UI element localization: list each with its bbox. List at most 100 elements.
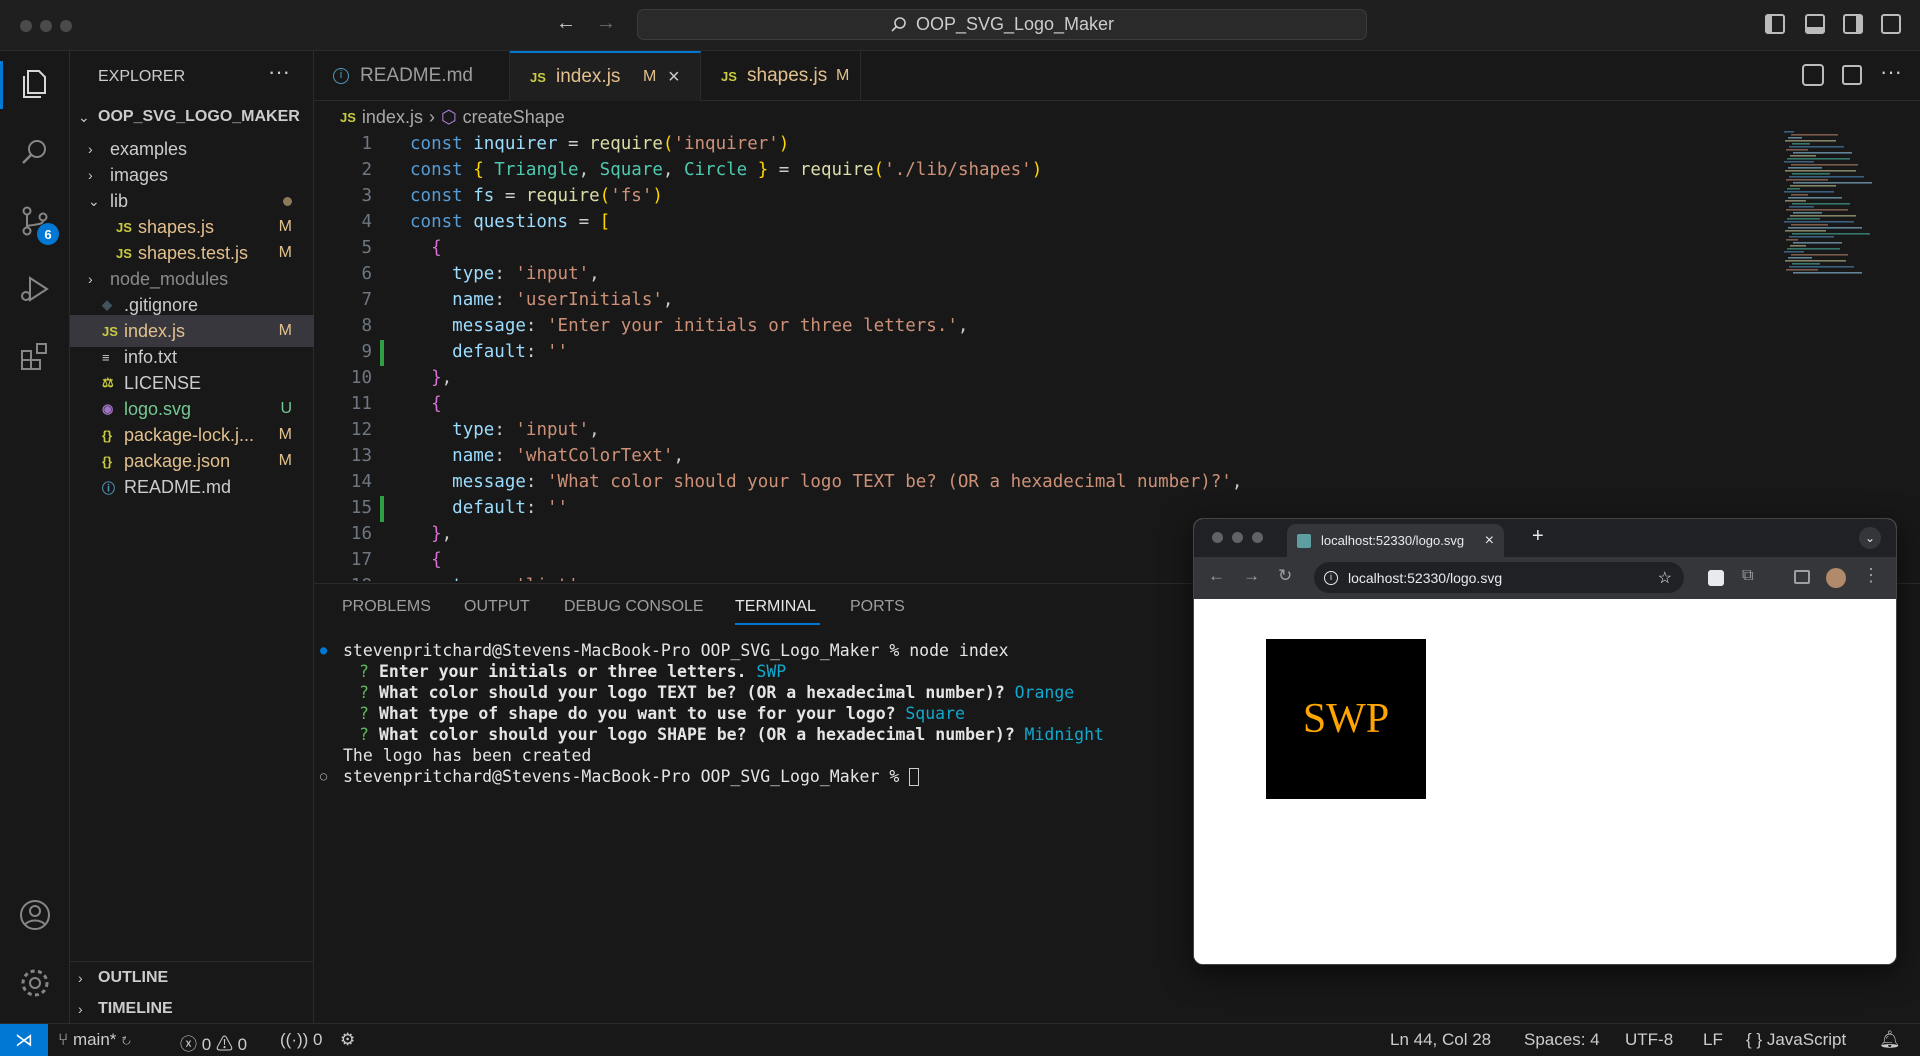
code-token: const [410,160,474,180]
browser-menu-icon[interactable]: ⋮ [1862,565,1880,586]
toggle-secondary-sidebar-icon[interactable] [1843,14,1863,34]
breadcrumb-symbol[interactable]: createShape [463,107,565,128]
end-of-line[interactable]: LF [1703,1030,1723,1050]
minimap-line [1791,194,1808,196]
favicon-icon [1297,533,1311,548]
split-editor-icon[interactable] [1842,65,1862,85]
side-panel-icon[interactable] [1794,570,1810,584]
extensions-icon[interactable] [17,339,53,375]
manage-gear-icon[interactable] [17,965,53,1001]
browser-tab[interactable]: localhost:52330/logo.svg × [1287,524,1504,557]
problems-indicator[interactable]: ⓧ 0 ⚠ 0 [180,1030,247,1055]
minimap-line [1785,200,1806,202]
customize-layout-icon[interactable] [1881,14,1901,34]
branch-indicator[interactable]: ⑂ main* ↻ [58,1030,131,1050]
browser-zoom-button[interactable] [1252,532,1263,543]
search-icon[interactable] [17,135,53,171]
run-debug-icon[interactable] [17,271,53,307]
outline-section[interactable]: › OUTLINE [70,962,314,994]
tree-item-label: node_modules [110,268,229,289]
code-token: { [431,238,442,258]
accounts-icon[interactable] [17,897,53,933]
code-token: ( [662,134,674,154]
tab-debug-console[interactable]: DEBUG CONSOLE [564,598,704,616]
tab-ports[interactable]: PORTS [850,598,905,616]
minimap[interactable] [1780,131,1900,291]
notifications-bell-icon[interactable]: 🔔︎ [1879,1030,1901,1050]
window-close-button[interactable] [20,20,32,32]
line-number: 4 [361,212,372,232]
remote-indicator[interactable]: ⋊ [0,1024,48,1056]
profile-avatar[interactable] [1826,568,1846,588]
prompt-question-mark: ? [359,683,369,702]
tree-item-label: shapes.test.js [138,242,249,263]
tab-readme[interactable]: i README.md [314,51,510,101]
toggle-primary-sidebar-icon[interactable] [1765,14,1785,34]
window-zoom-button[interactable] [60,20,72,32]
browser-minimize-button[interactable] [1232,532,1243,543]
code-token: = [557,134,590,154]
tab-index-js[interactable]: JS index.js M × [510,51,701,101]
minimap-line [1786,209,1848,211]
code-token: name [452,290,495,310]
code-line: 2 const { Triangle, Square, Circle } = re… [314,157,1794,183]
toggle-panel-icon[interactable] [1805,14,1825,34]
code-token: } [431,368,442,388]
browser-close-button[interactable] [1212,532,1223,543]
browser-window: localhost:52330/logo.svg × + ⌄ ← → ↻ i l… [1193,518,1897,965]
address-bar[interactable]: i localhost:52330/logo.svg ☆ [1314,562,1684,593]
code-token: type [452,420,495,440]
close-icon[interactable]: × [668,66,680,89]
tab-problems[interactable]: PROBLEMS [342,598,431,616]
debug-icon[interactable]: ⚙ [340,1030,355,1050]
open-changes-icon[interactable] [1802,64,1824,86]
encoding[interactable]: UTF-8 [1625,1030,1673,1050]
modified-badge: M [643,68,657,85]
extension-icon[interactable] [1708,570,1724,586]
active-indicator [0,61,3,109]
explorer-icon[interactable] [17,65,53,101]
browser-tab-title: localhost:52330/logo.svg [1321,533,1465,548]
explorer-more-actions-icon[interactable]: ··· [268,59,290,85]
browser-back-icon[interactable]: ← [1208,566,1225,586]
language-mode[interactable]: { } JavaScript [1746,1030,1846,1050]
indentation[interactable]: Spaces: 4 [1524,1030,1600,1050]
code-token: message [452,472,526,492]
bookmark-star-icon[interactable]: ☆ [1658,568,1672,588]
source-control-icon[interactable]: 6 [17,203,59,245]
command-status-dot-icon: ● [320,643,328,657]
code-token: const [410,134,474,154]
new-tab-icon[interactable]: + [1532,525,1544,548]
tab-output[interactable]: OUTPUT [464,598,530,616]
forward-arrow-icon[interactable]: → [596,12,616,35]
explorer-root-folder[interactable]: ⌄ OOP_SVG_LOGO_MAKER [70,101,314,133]
close-tab-icon[interactable]: × [1485,532,1494,550]
ports-indicator[interactable]: ((·)) 0 [280,1030,323,1050]
line-number: 9 [361,342,372,362]
browser-reload-icon[interactable]: ↻ [1278,566,1292,586]
tab-terminal[interactable]: TERMINAL [735,598,816,616]
code-editor[interactable]: 1 const inquirer = require('inquirer') 2 co… [314,131,1794,581]
cursor-position[interactable]: Ln 44, Col 28 [1390,1030,1491,1050]
extensions-puzzle-icon[interactable]: ⧉ [1742,567,1753,585]
minimap-line [1785,140,1836,142]
terminal-text: What color should your logo TEXT be? (OR… [379,683,1005,702]
back-arrow-icon[interactable]: ← [556,12,576,35]
window-minimize-button[interactable] [40,20,52,32]
symbol-method-icon: ⬡ [440,106,457,127]
chevron-right-icon: › [88,167,93,183]
timeline-section[interactable]: › TIMELINE [70,993,314,1025]
tree-item-readme-md[interactable]: ⓘ README.md [70,471,314,503]
tab-search-icon[interactable]: ⌄ [1859,527,1881,549]
command-center-search[interactable]: OOP_SVG_Logo_Maker [637,9,1367,40]
code-line: 3 const fs = require('fs') [314,183,1794,209]
code-token: = [768,160,800,180]
browser-forward-icon[interactable]: → [1243,566,1260,586]
source-control-badge: 6 [37,223,59,245]
breadcrumb-file[interactable]: index.js [362,107,423,128]
tab-shapes-js[interactable]: JS shapes.js M [701,51,861,101]
more-actions-icon[interactable]: ··· [1880,59,1902,85]
